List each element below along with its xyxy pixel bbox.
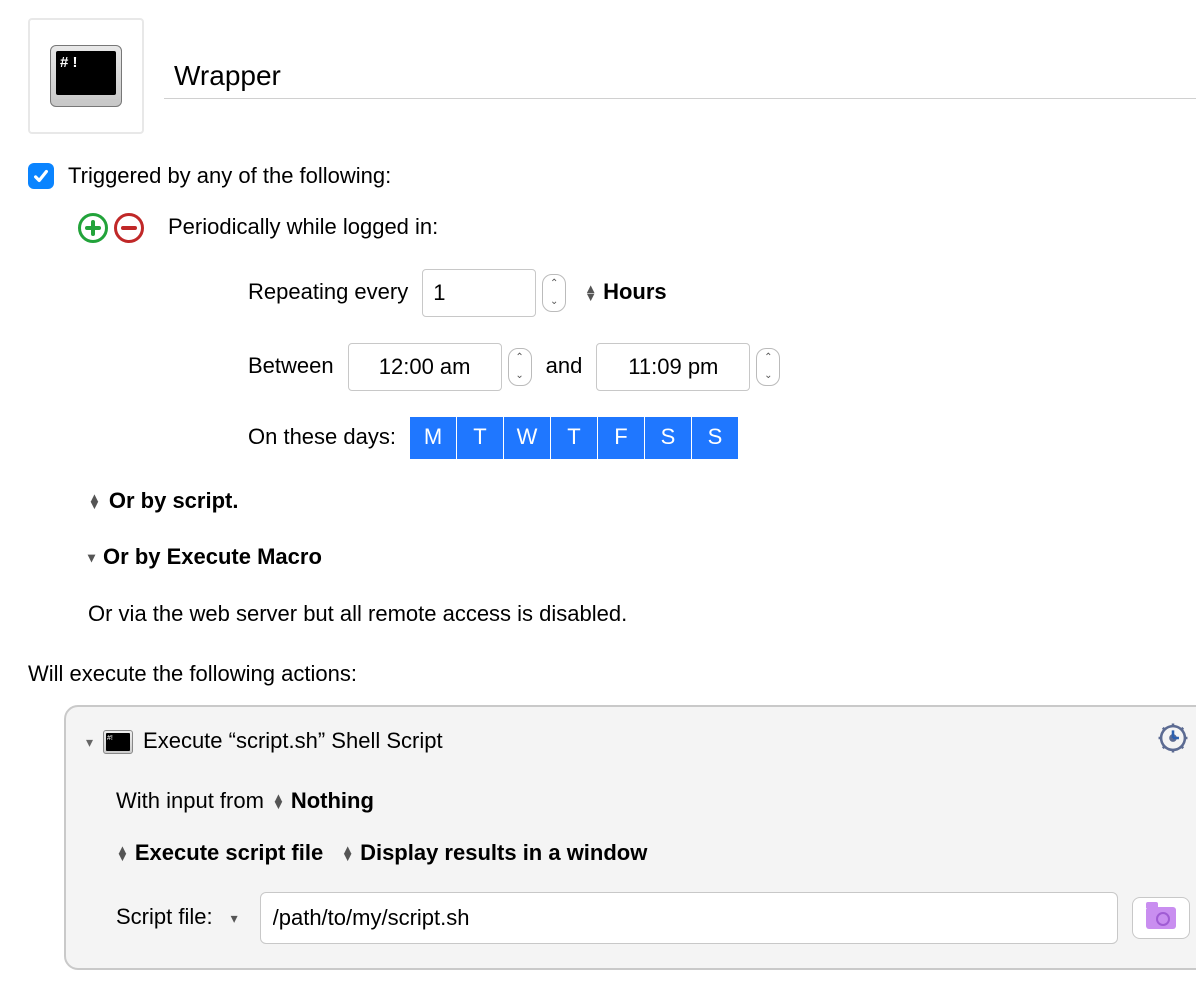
repeat-unit[interactable]: Hours	[603, 278, 667, 307]
chevron-up-icon[interactable]: ⌃	[543, 275, 565, 293]
repeat-value-input[interactable]	[422, 269, 536, 317]
macro-icon[interactable]: # !	[28, 18, 144, 134]
or-web: Or via the web server but all remote acc…	[88, 600, 1196, 629]
unit-sort-icon[interactable]: ▲▼	[584, 285, 597, 299]
folder-icon	[1146, 907, 1176, 929]
input-from-value[interactable]: Nothing	[291, 787, 374, 816]
or-script[interactable]: Or by script.	[109, 487, 239, 516]
chevron-up-icon[interactable]: ⌃	[509, 349, 531, 367]
trigger-type: Periodically while logged in:	[168, 213, 438, 242]
chevron-down-icon[interactable]: ⌄	[509, 367, 531, 385]
chevron-down-icon[interactable]: ⌄	[543, 293, 565, 311]
script-file-label: Script file:	[116, 903, 213, 932]
action-card[interactable]: ▾ #! Execute “script.sh” Shell Script Wi…	[64, 705, 1196, 970]
day-toggle[interactable]: S	[692, 417, 738, 459]
chevron-up-icon[interactable]: ⌃	[757, 349, 779, 367]
day-toggle[interactable]: T	[457, 417, 503, 459]
terminal-icon: # !	[56, 51, 116, 95]
display-mode[interactable]: Display results in a window	[360, 839, 647, 868]
will-execute-label: Will execute the following actions:	[28, 660, 1196, 689]
execute-mode[interactable]: Execute script file	[135, 839, 323, 868]
day-toggle[interactable]: F	[598, 417, 644, 459]
sort-icon[interactable]: ▲▼	[88, 494, 101, 508]
day-toggle[interactable]: M	[410, 417, 456, 459]
sort-icon[interactable]: ▲▼	[116, 846, 129, 860]
end-time-input[interactable]	[596, 343, 750, 391]
end-time-stepper[interactable]: ⌃ ⌄	[756, 348, 780, 386]
start-time-stepper[interactable]: ⌃ ⌄	[508, 348, 532, 386]
days-label: On these days:	[248, 423, 396, 452]
remove-trigger-button[interactable]	[114, 213, 144, 243]
between-label: Between	[248, 352, 334, 381]
and-label: and	[546, 352, 583, 381]
repeat-label: Repeating every	[248, 278, 408, 307]
path-history-chevron-icon[interactable]: ▾	[231, 909, 238, 927]
day-toggle[interactable]: T	[551, 417, 597, 459]
sort-icon[interactable]: ▲▼	[272, 794, 285, 808]
day-toggle[interactable]: S	[645, 417, 691, 459]
chevron-down-icon[interactable]: ⌄	[757, 367, 779, 385]
chevron-down-icon[interactable]: ▾	[88, 548, 95, 566]
macro-title-input[interactable]	[164, 54, 1196, 99]
sort-icon[interactable]: ▲▼	[341, 846, 354, 860]
action-title: Execute “script.sh” Shell Script	[143, 727, 443, 756]
input-from-label: With input from	[116, 787, 264, 816]
start-time-input[interactable]	[348, 343, 502, 391]
browse-folder-button[interactable]	[1132, 897, 1190, 939]
trigger-label: Triggered by any of the following:	[68, 162, 391, 191]
shell-icon: #!	[103, 730, 133, 754]
or-macro[interactable]: Or by Execute Macro	[103, 543, 322, 572]
trigger-checkbox[interactable]	[28, 163, 54, 189]
script-path-input[interactable]	[260, 892, 1118, 944]
repeat-stepper[interactable]: ⌃ ⌄	[542, 274, 566, 312]
add-trigger-button[interactable]	[78, 213, 108, 243]
disclosure-chevron-icon[interactable]: ▾	[86, 733, 93, 751]
action-settings-gear-icon[interactable]	[1156, 721, 1190, 763]
day-toggle[interactable]: W	[504, 417, 550, 459]
